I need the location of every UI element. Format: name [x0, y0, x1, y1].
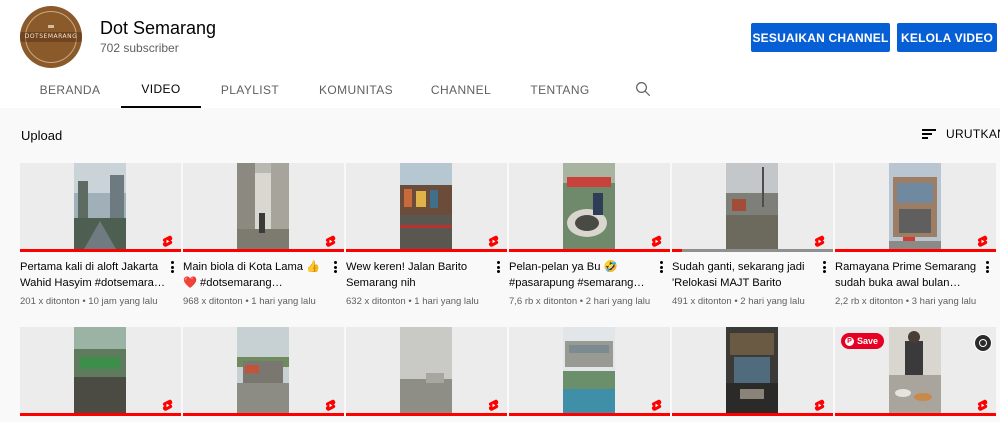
- shorts-icon: [651, 399, 662, 411]
- watch-progress: [672, 413, 833, 416]
- video-thumbnail[interactable]: [20, 327, 181, 416]
- video-title[interactable]: Sudah ganti, sekarang jadi 'Relokasi MAJ…: [672, 259, 818, 291]
- channel-header: DOTSEMARANG Dot Semarang 702 subscriber …: [0, 0, 1000, 108]
- more-vert-icon[interactable]: [658, 260, 664, 274]
- watch-progress: [183, 249, 344, 252]
- save-label: Save: [857, 336, 879, 346]
- video-title[interactable]: Pelan-pelan ya Bu 🤣 #pasarapung #semaran…: [509, 259, 655, 291]
- thumbnail-image: [237, 327, 289, 413]
- pinterest-save-button[interactable]: P Save: [841, 333, 885, 349]
- subscriber-count: 702 subscriber: [100, 41, 179, 55]
- watch-progress: [672, 249, 833, 252]
- video-thumbnail[interactable]: [346, 163, 507, 252]
- sort-icon: [922, 128, 936, 140]
- more-vert-icon[interactable]: [821, 260, 827, 274]
- thumbnail-image: [889, 163, 941, 249]
- more-vert-icon[interactable]: [169, 260, 175, 274]
- video-thumbnail[interactable]: [509, 327, 670, 416]
- video-meta: 201 x ditonton • 10 jam yang lalu: [20, 296, 158, 307]
- watch-progress: [20, 413, 181, 416]
- watch-progress: [346, 249, 507, 252]
- watch-progress: [346, 413, 507, 416]
- video-thumbnail[interactable]: [183, 163, 344, 252]
- shorts-icon: [651, 235, 662, 247]
- video-meta: 7,6 rb x ditonton • 2 hari yang lalu: [509, 296, 651, 307]
- channel-name: Dot Semarang: [100, 18, 217, 38]
- thumbnail-image: [400, 163, 452, 249]
- tab-playlist[interactable]: PLAYLIST: [202, 71, 298, 108]
- section-title: Upload: [21, 128, 63, 143]
- video-meta: 632 x ditonton • 1 hari yang lalu: [346, 296, 479, 307]
- tab-komunitas[interactable]: KOMUNITAS: [302, 71, 410, 108]
- tab-channel[interactable]: CHANNEL: [416, 71, 506, 108]
- more-vert-icon[interactable]: [332, 260, 338, 274]
- tab-video[interactable]: VIDEO: [121, 71, 201, 108]
- video-thumbnail[interactable]: [20, 163, 181, 252]
- channel-tabs: BERANDA VIDEO PLAYLIST KOMUNITAS CHANNEL…: [0, 71, 1000, 108]
- sort-button[interactable]: URUTKAN: [922, 127, 1000, 141]
- pinterest-icon: P: [845, 336, 854, 346]
- tab-tentang[interactable]: TENTANG: [512, 71, 608, 108]
- shorts-icon: [162, 399, 173, 411]
- customize-channel-button[interactable]: SESUAIKAN CHANNEL: [751, 23, 890, 52]
- thumbnail-image: [400, 327, 452, 413]
- shorts-icon: [162, 235, 173, 247]
- shorts-icon: [325, 399, 336, 411]
- watch-progress: [20, 249, 181, 252]
- video-thumbnail[interactable]: [346, 327, 507, 416]
- shorts-icon: [977, 235, 988, 247]
- video-thumbnail[interactable]: [835, 163, 996, 252]
- shorts-icon: [488, 235, 499, 247]
- video-meta: 968 x ditonton • 1 hari yang lalu: [183, 296, 316, 307]
- search-icon[interactable]: [634, 80, 652, 98]
- thumbnail-image: [563, 327, 615, 413]
- visual-search-icon[interactable]: [974, 334, 992, 352]
- video-thumbnail[interactable]: P Save: [835, 327, 996, 416]
- thumbnail-image: [563, 163, 615, 249]
- watch-progress: [509, 413, 670, 416]
- thumbnail-image: [74, 327, 126, 413]
- thumbnail-image: [74, 163, 126, 249]
- video-meta: 491 x ditonton • 2 hari yang lalu: [672, 296, 805, 307]
- video-title[interactable]: Pertama kali di aloft Jakarta Wahid Hasy…: [20, 259, 166, 291]
- thumbnail-image: [889, 327, 941, 413]
- video-title[interactable]: Wew keren! Jalan Barito Semarang nih #do…: [346, 259, 492, 291]
- thumbnail-image: [237, 163, 289, 249]
- more-vert-icon[interactable]: [984, 260, 990, 274]
- watch-progress: [835, 413, 996, 416]
- video-title[interactable]: Main biola di Kota Lama 👍 ❤️ #dotsemaran…: [183, 259, 329, 291]
- channel-avatar[interactable]: DOTSEMARANG: [20, 6, 82, 68]
- video-title[interactable]: Ramayana Prime Semarang sudah buka awal …: [835, 259, 981, 291]
- watch-progress: [835, 249, 996, 252]
- watch-progress: [509, 249, 670, 252]
- avatar-mark: [48, 25, 54, 28]
- manage-videos-button[interactable]: KELOLA VIDEO: [897, 23, 997, 52]
- video-thumbnail[interactable]: [183, 327, 344, 416]
- sort-label: URUTKAN: [946, 127, 1000, 141]
- shorts-icon: [814, 399, 825, 411]
- more-vert-icon[interactable]: [495, 260, 501, 274]
- shorts-icon: [488, 399, 499, 411]
- video-thumbnail[interactable]: [672, 163, 833, 252]
- video-thumbnail[interactable]: [509, 163, 670, 252]
- shorts-icon: [325, 235, 336, 247]
- video-meta: 2,2 rb x ditonton • 3 hari yang lalu: [835, 296, 977, 307]
- shorts-icon: [814, 235, 825, 247]
- watch-progress: [183, 413, 344, 416]
- tab-beranda[interactable]: BERANDA: [20, 71, 120, 108]
- avatar-logo-text: DOTSEMARANG: [24, 33, 78, 40]
- video-thumbnail[interactable]: [672, 327, 833, 416]
- shorts-icon: [977, 399, 988, 411]
- thumbnail-image: [726, 327, 778, 413]
- thumbnail-image: [726, 163, 778, 249]
